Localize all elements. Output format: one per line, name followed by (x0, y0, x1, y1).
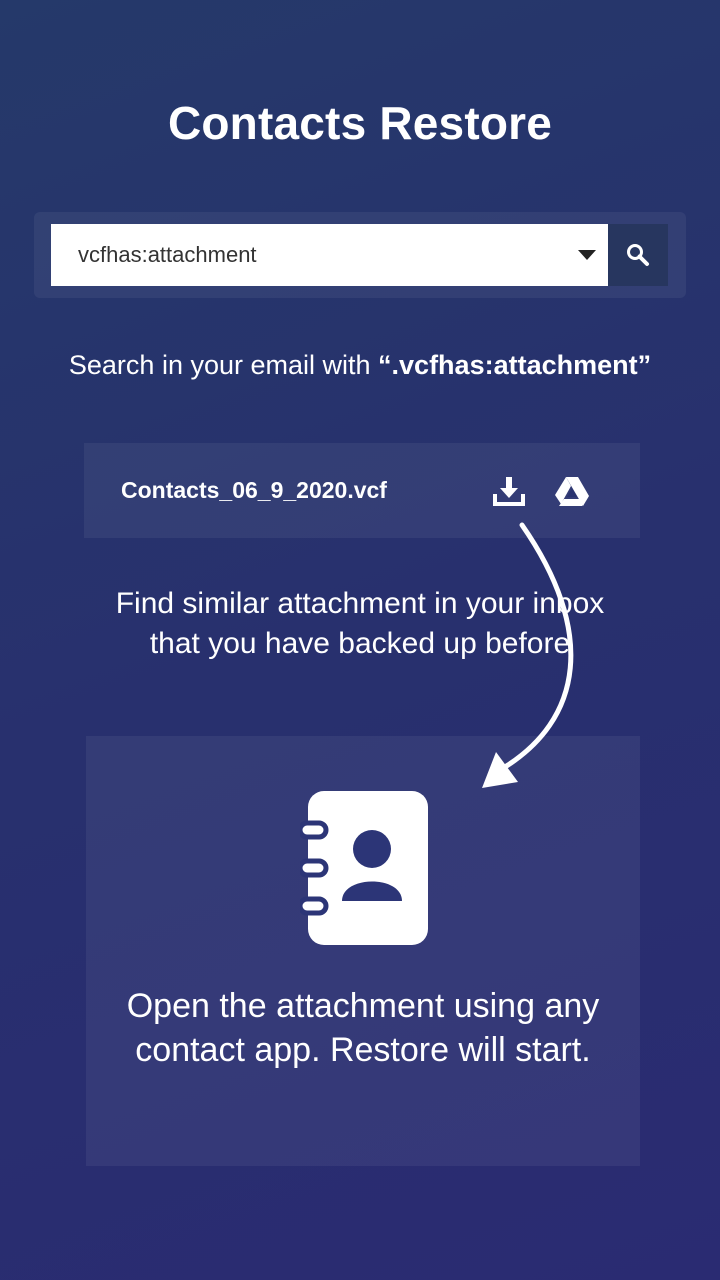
google-drive-icon[interactable] (554, 475, 590, 507)
search-hint-prefix: Search in your email with (68, 350, 379, 380)
search-input-value[interactable]: vcfhas:attachment (78, 224, 257, 286)
file-name: Contacts_06_9_2020.vcf (121, 477, 387, 503)
download-icon[interactable] (493, 475, 525, 507)
contact-book-icon (300, 791, 428, 945)
search-hint: Search in your email with “.vcfhas:attac… (0, 350, 720, 381)
search-icon (627, 244, 649, 266)
caret-down-icon[interactable] (578, 250, 596, 260)
search-hint-query: “.vcfhas:attachment” (378, 350, 652, 380)
search-button[interactable] (608, 224, 668, 286)
search-dropdown[interactable]: vcfhas:attachment (51, 224, 608, 286)
open-attachment-card: Open the attachment using any contact ap… (86, 736, 640, 1166)
page-title: Contacts Restore (167, 97, 553, 149)
curved-arrow-icon (482, 522, 574, 788)
open-attachment-text: Open the attachment using any contact ap… (126, 987, 600, 1069)
